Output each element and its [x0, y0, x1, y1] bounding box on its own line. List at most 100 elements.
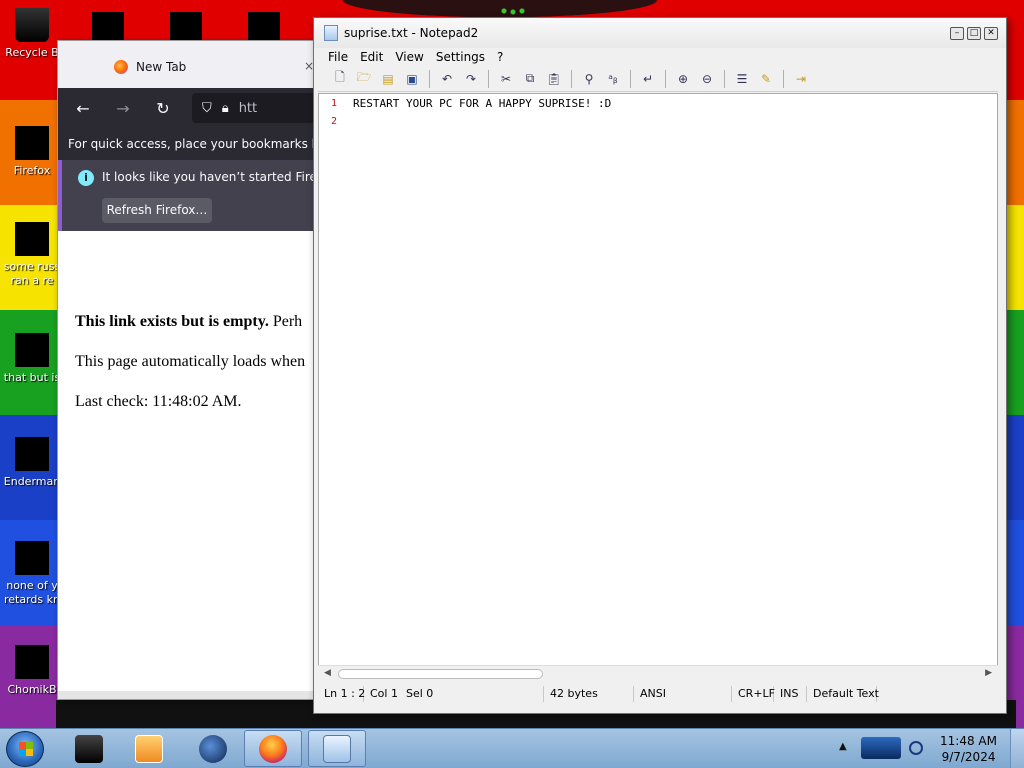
app-black-icon	[75, 734, 103, 763]
toolbar-separator	[665, 69, 666, 88]
replace-icon[interactable]: ᵃᵦ	[603, 70, 623, 88]
browse-icon[interactable]: ▤	[378, 70, 398, 88]
status-eol[interactable]: CR+LF	[732, 686, 775, 702]
toolbar-separator	[488, 69, 489, 88]
taskbar-media-player[interactable]	[120, 730, 178, 767]
shield-icon[interactable]: ⛉	[202, 101, 212, 116]
menu-help[interactable]: ?	[491, 50, 509, 64]
bookmarks-toolbar: For quick access, place your bookmarks h…	[58, 128, 318, 160]
close-button[interactable]: ✕	[984, 27, 998, 40]
window-title: suprise.txt - Notepad2	[344, 26, 479, 40]
desktop-icon-enderman[interactable]: Enderman	[2, 437, 62, 489]
page-content: This link exists but is empty. Perh This…	[58, 231, 318, 699]
exit-icon[interactable]: ⇥	[791, 70, 811, 88]
system-clock[interactable]: 11:48 AM 9/7/2024	[940, 733, 997, 765]
tab-title: New Tab	[136, 60, 187, 74]
horizontal-scrollbar[interactable]: ◀ ▶	[318, 665, 998, 682]
scheme-icon[interactable]: ☰	[732, 70, 752, 88]
undo-icon[interactable]: ↶	[437, 70, 457, 88]
bookmarks-hint: For quick access, place your bookmarks h…	[68, 137, 319, 151]
status-scheme[interactable]: Default Text	[807, 686, 879, 702]
line-number: 2	[331, 116, 338, 127]
scroll-right-icon[interactable]: ▶	[985, 668, 992, 678]
lock-icon[interactable]: 🔒︎	[222, 101, 229, 116]
find-icon[interactable]: ⚲	[579, 70, 599, 88]
taskbar-globe-app[interactable]	[184, 730, 242, 767]
desktop-icon-some-russ[interactable]: some russ ran a re	[2, 222, 62, 288]
zoom-in-icon[interactable]: ⊕	[673, 70, 693, 88]
tab-new-tab[interactable]: New Tab ×	[88, 51, 318, 83]
folder-shortcut-icon	[15, 333, 49, 367]
notice-text: It looks like you haven’t started Firefo…	[102, 170, 319, 184]
firefox-logo-icon	[259, 734, 287, 763]
toolbar-separator	[630, 69, 631, 88]
firefox-window[interactable]: New Tab × ← → ↻ ⛉ 🔒︎ htt For quick acces…	[57, 40, 319, 700]
bottom-gray-strip	[58, 691, 318, 699]
status-mode[interactable]: INS	[774, 686, 807, 702]
desktop-icon-black-1[interactable]	[92, 12, 124, 40]
taskbar-app-1[interactable]	[60, 730, 118, 767]
content-line-1-rest: Perh	[268, 313, 303, 330]
desktop-icon-label: ChomikB	[7, 683, 57, 696]
clock-time: 11:48 AM	[940, 734, 997, 748]
customize-scheme-icon[interactable]: ✎	[756, 70, 776, 88]
status-bar: Ln 1 : 2 Col 1 Sel 0 42 bytes ANSI CR+LF…	[318, 684, 998, 704]
text-editor[interactable]: 1 2 RESTART YOUR PC FOR A HAPPY SUPRISE!…	[318, 93, 998, 682]
menu-view[interactable]: View	[389, 50, 429, 64]
taskbar: ▲ 11:48 AM 9/7/2024	[0, 728, 1024, 768]
status-encoding[interactable]: ANSI	[634, 686, 732, 702]
toolbar-separator	[783, 69, 784, 88]
show-desktop-button[interactable]	[1010, 729, 1024, 768]
line-number-gutter: 1 2	[319, 94, 343, 681]
program-shortcut-icon	[15, 541, 49, 575]
refresh-firefox-button[interactable]: Refresh Firefox…	[102, 198, 212, 223]
notepad-app-icon	[324, 25, 338, 41]
info-icon: i	[78, 170, 94, 186]
forward-arrow-icon[interactable]: →	[112, 99, 134, 118]
url-text: htt	[238, 100, 258, 116]
desktop-icon-black-2[interactable]	[170, 12, 202, 40]
redo-icon[interactable]: ↷	[461, 70, 481, 88]
zoom-out-icon[interactable]: ⊖	[697, 70, 717, 88]
desktop-icon-label: none of y retards kn	[4, 579, 60, 606]
maximize-button[interactable]: □	[967, 27, 981, 40]
scroll-left-icon[interactable]: ◀	[324, 668, 331, 678]
status-sel: Sel 0	[400, 686, 544, 702]
desktop-icon-that-but-is[interactable]: that but is	[2, 333, 62, 385]
menu-settings[interactable]: Settings	[430, 50, 491, 64]
network-adapter-icon[interactable]	[861, 737, 901, 759]
firefox-tab-bar: New Tab ×	[58, 41, 318, 88]
status-position: Ln 1 : 2	[318, 686, 365, 702]
cut-icon[interactable]: ✂	[496, 70, 516, 88]
content-line-1: This link exists but is empty. Perh	[75, 313, 302, 331]
taskbar-notepad2[interactable]	[308, 730, 366, 767]
back-arrow-icon[interactable]: ←	[72, 99, 94, 118]
reload-icon[interactable]: ↻	[152, 99, 174, 118]
save-icon[interactable]: ▣	[402, 70, 422, 88]
volume-icon[interactable]	[909, 741, 923, 755]
copy-icon[interactable]: ⧉	[520, 70, 540, 88]
taskbar-firefox[interactable]	[244, 730, 302, 767]
desktop-icon-black-3[interactable]	[248, 12, 280, 40]
desktop-icon-firefox[interactable]: Firefox	[2, 126, 62, 178]
new-file-icon[interactable]: 🗋︎	[330, 70, 350, 88]
wallpaper-green-dots	[500, 6, 526, 16]
notepad2-window[interactable]: suprise.txt - Notepad2 – □ ✕ File Edit V…	[313, 17, 1007, 714]
word-wrap-icon[interactable]: ↵	[638, 70, 658, 88]
firefox-logo-icon	[114, 60, 128, 74]
scrollbar-thumb[interactable]	[338, 669, 543, 679]
url-bar[interactable]: ⛉ 🔒︎ htt	[192, 93, 318, 123]
toolbar: 🗋︎ 🗁︎ ▤ ▣ ↶ ↷ ✂ ⧉ 📋︎ ⚲ ᵃᵦ ↵ ⊕ ⊖ ☰ ✎ ⇥	[318, 66, 998, 92]
menu-edit[interactable]: Edit	[354, 50, 389, 64]
title-bar[interactable]: suprise.txt - Notepad2 – □ ✕	[314, 18, 1006, 48]
desktop-icon-recycle-bin[interactable]: Recycle B	[2, 8, 62, 60]
toolbar-separator	[429, 69, 430, 88]
start-button[interactable]	[6, 731, 44, 767]
minimize-button[interactable]: –	[950, 27, 964, 40]
paste-icon[interactable]: 📋︎	[544, 70, 564, 88]
desktop-icon-chomikb[interactable]: ChomikB	[2, 645, 62, 697]
open-folder-icon[interactable]: 🗁︎	[354, 70, 374, 88]
tray-overflow-icon[interactable]: ▲	[839, 741, 847, 752]
menu-file[interactable]: File	[322, 50, 354, 64]
desktop-icon-none-of-you[interactable]: none of y retards kn	[2, 541, 62, 607]
